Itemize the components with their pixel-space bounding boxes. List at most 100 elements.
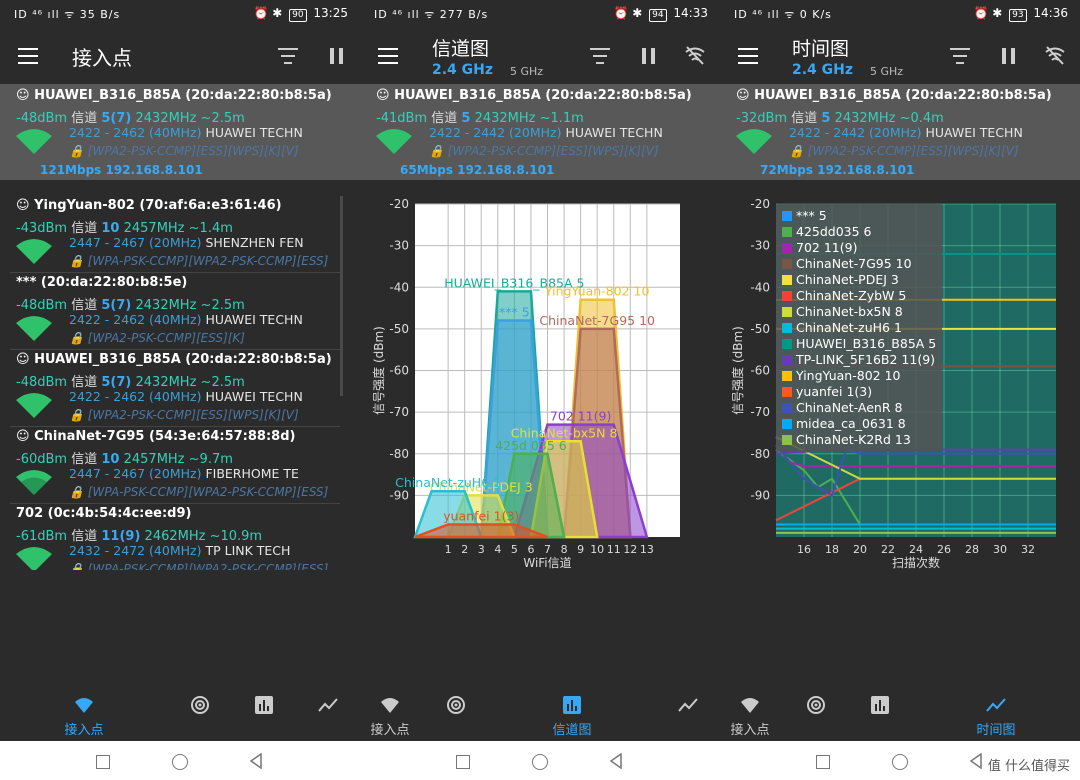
list-item[interactable]: ☺ HUAWEI_B316_B85A (20:da:22:80:b8:5a) -… — [0, 350, 360, 426]
ap-security: 🔒 [WPA2-PSK-CCMP][ESS][WPS][K][V] — [429, 144, 659, 158]
home-button[interactable] — [172, 754, 188, 770]
ap-name: ☺ HUAWEI_B316_B85A (20:da:22:80:b8:5a) — [376, 88, 692, 103]
system-nav-bar — [360, 741, 720, 780]
legend-label: 702 11(9) — [796, 240, 858, 255]
list-item[interactable]: ☺ HUAWEI_B316_B85A (20:da:22:80:b8:5a) -… — [720, 84, 1080, 180]
list-item[interactable]: 702 (0c:4b:54:4c:ee:d9) -61dBm 信道 11(9) … — [0, 504, 360, 570]
nav-ap-settings[interactable] — [426, 685, 486, 741]
status-bar: ID ⁴⁶ ıll ᯤ 0 K/s ⏰ ✱ 93 14:36 — [720, 0, 1080, 28]
app-bar: 时间图 2.4 GHz 5 GHz — [720, 28, 1080, 84]
chart-legend: *** 5 425dd035 6 702 11(9) ChinaNet-7G95 10… — [776, 204, 942, 452]
status-right: ⏰ ✱ 93 14:36 — [973, 6, 1068, 22]
recent-apps-button[interactable] — [816, 755, 830, 769]
y-tick-label: -70 — [389, 405, 409, 419]
band-tab-5ghz[interactable]: 5 GHz — [510, 65, 543, 78]
x-tick-label: 22 — [881, 543, 895, 556]
menu-icon[interactable] — [18, 48, 38, 64]
nav-ap-settings[interactable] — [786, 685, 846, 741]
nav-time-graph[interactable] — [298, 685, 358, 741]
nav-channel-graph[interactable]: 信道图 — [542, 685, 602, 741]
bottom-nav: 接入点 — [0, 685, 360, 741]
ap-security: 🔒 [WPA-PSK-CCMP][WPA2-PSK-CCMP][ESS] — [69, 485, 329, 499]
radar-icon — [447, 696, 465, 714]
nav-ap-settings[interactable] — [170, 685, 230, 741]
menu-icon[interactable] — [378, 48, 398, 64]
ap-security: 🔒 [WPA2-PSK-CCMP][ESS][WPS][K][V] — [69, 144, 299, 158]
ap-rate: 72Mbps 192.168.8.101 — [760, 163, 915, 177]
back-button[interactable] — [968, 753, 984, 769]
pause-icon[interactable] — [642, 48, 656, 64]
legend-swatch — [782, 355, 792, 365]
legend-swatch — [782, 323, 792, 333]
x-tick-label: 16 — [797, 543, 811, 556]
nav-access-points[interactable]: 接入点 — [720, 685, 780, 741]
x-tick-label: 12 — [623, 543, 637, 556]
band-tab-2ghz[interactable]: 2.4 GHz — [792, 62, 853, 78]
nav-time-graph[interactable] — [658, 685, 718, 741]
legend-label: ChinaNet-7G95 10 — [796, 256, 912, 271]
x-axis-title: WiFi信道 — [523, 556, 571, 570]
nav-channel-graph[interactable] — [850, 685, 910, 741]
legend-entry: TP-LINK_5F16B2 11(9) — [782, 352, 935, 368]
list-item[interactable]: ☺ YingYuan-802 (70:af:6a:e3:61:46) -43dB… — [0, 196, 360, 272]
ap-range: 2447 - 2467 (20MHz) SHENZHEN FEN — [69, 235, 304, 250]
page-title: 时间图 — [792, 38, 850, 60]
x-tick-label: 8 — [561, 543, 568, 556]
ap-signal-line: -41dBm 信道 5 2432MHz ~1.1m — [376, 111, 584, 126]
home-button[interactable] — [892, 754, 908, 770]
ap-security: 🔒 [WPA2-PSK-CCMP][ESS][WPS][K][V] — [789, 144, 1019, 158]
ap-signal-line: -48dBm 信道 5(7) 2432MHz ~2.5m — [16, 375, 245, 390]
nav-label: 接入点 — [730, 723, 770, 738]
list-item[interactable]: ☺ HUAWEI_B316_B85A (20:da:22:80:b8:5a) -… — [0, 84, 360, 180]
legend-swatch — [782, 275, 792, 285]
ap-range: 2422 - 2442 (20MHz) HUAWEI TECHN — [789, 125, 1023, 140]
home-button[interactable] — [532, 754, 548, 770]
screen-access-points: ID ⁴⁶ ıll ᯤ 35 B/s ⏰ ✱ 90 13:25 接入点 ☺ HU… — [0, 0, 360, 780]
ap-signal-line: -60dBm 信道 10 2457MHz ~9.7m — [16, 452, 233, 467]
pause-icon[interactable] — [1002, 48, 1016, 64]
legend-label: YingYuan-802 10 — [796, 368, 901, 383]
y-tick-label: -50 — [750, 322, 770, 336]
band-tab-2ghz[interactable]: 2.4 GHz — [432, 62, 493, 78]
y-axis-title: 信号强度 (dBm) — [730, 326, 745, 415]
legend-swatch — [782, 339, 792, 349]
ap-rate: 121Mbps 192.168.8.101 — [40, 163, 203, 177]
menu-icon[interactable] — [738, 48, 758, 64]
recent-apps-button[interactable] — [96, 755, 110, 769]
filter-icon[interactable] — [278, 48, 298, 64]
ap-name: ☺ HUAWEI_B316_B85A (20:da:22:80:b8:5a) — [736, 88, 1052, 103]
back-button[interactable] — [248, 753, 264, 769]
nav-access-points[interactable]: 接入点 — [54, 685, 114, 741]
wifi-signal-icon — [16, 393, 52, 418]
list-item[interactable]: ☺ HUAWEI_B316_B85A (20:da:22:80:b8:5a) -… — [360, 84, 720, 180]
x-axis-title: 扫描次数 — [892, 555, 940, 570]
band-tab-5ghz[interactable]: 5 GHz — [870, 65, 903, 78]
scrollbar[interactable] — [340, 196, 343, 396]
x-tick-label: 7 — [544, 543, 551, 556]
legend-label: yuanfei 1(3) — [796, 384, 873, 399]
filter-icon[interactable] — [590, 48, 610, 64]
nav-time-graph[interactable]: 时间图 — [966, 685, 1026, 741]
nav-access-points[interactable]: 接入点 — [360, 685, 420, 741]
list-item[interactable]: *** (20:da:22:80:b8:5e) -48dBm 信道 5(7) 2… — [0, 273, 360, 349]
pause-icon[interactable] — [330, 48, 344, 64]
list-item[interactable]: ☺ ChinaNet-7G95 (54:3e:64:57:88:8d) -60d… — [0, 427, 360, 503]
ap-rate: 65Mbps 192.168.8.101 — [400, 163, 555, 177]
ap-range: 2447 - 2467 (20MHz) FIBERHOME TE — [69, 466, 299, 481]
channel-series-label: ChinaNet-7G95 10 — [539, 313, 655, 328]
wifi-off-icon[interactable] — [1044, 44, 1066, 66]
back-button[interactable] — [608, 753, 624, 769]
legend-entry: ChinaNet-K2Rd 13 — [782, 432, 911, 448]
channel-chart: -20-30-40-50-60-70-80-901 2 3 4 5 6 7 8 9 10 11 12 1… — [371, 197, 680, 570]
recent-apps-button[interactable] — [456, 755, 470, 769]
legend-entry: midea_ca_0631 8 — [782, 416, 906, 432]
ap-security: 🔒 [WPA2-PSK-CCMP][ESS][K] — [69, 331, 245, 345]
filter-icon[interactable] — [950, 48, 970, 64]
y-tick-label: -60 — [750, 364, 770, 378]
bottom-nav: 接入点 时间图 — [720, 685, 1080, 741]
wifi-signal-icon — [16, 316, 52, 341]
x-tick-label: 4 — [494, 543, 501, 556]
nav-channel-rating[interactable] — [234, 685, 294, 741]
wifi-off-icon[interactable] — [684, 44, 706, 66]
x-tick-label: 11 — [607, 543, 621, 556]
